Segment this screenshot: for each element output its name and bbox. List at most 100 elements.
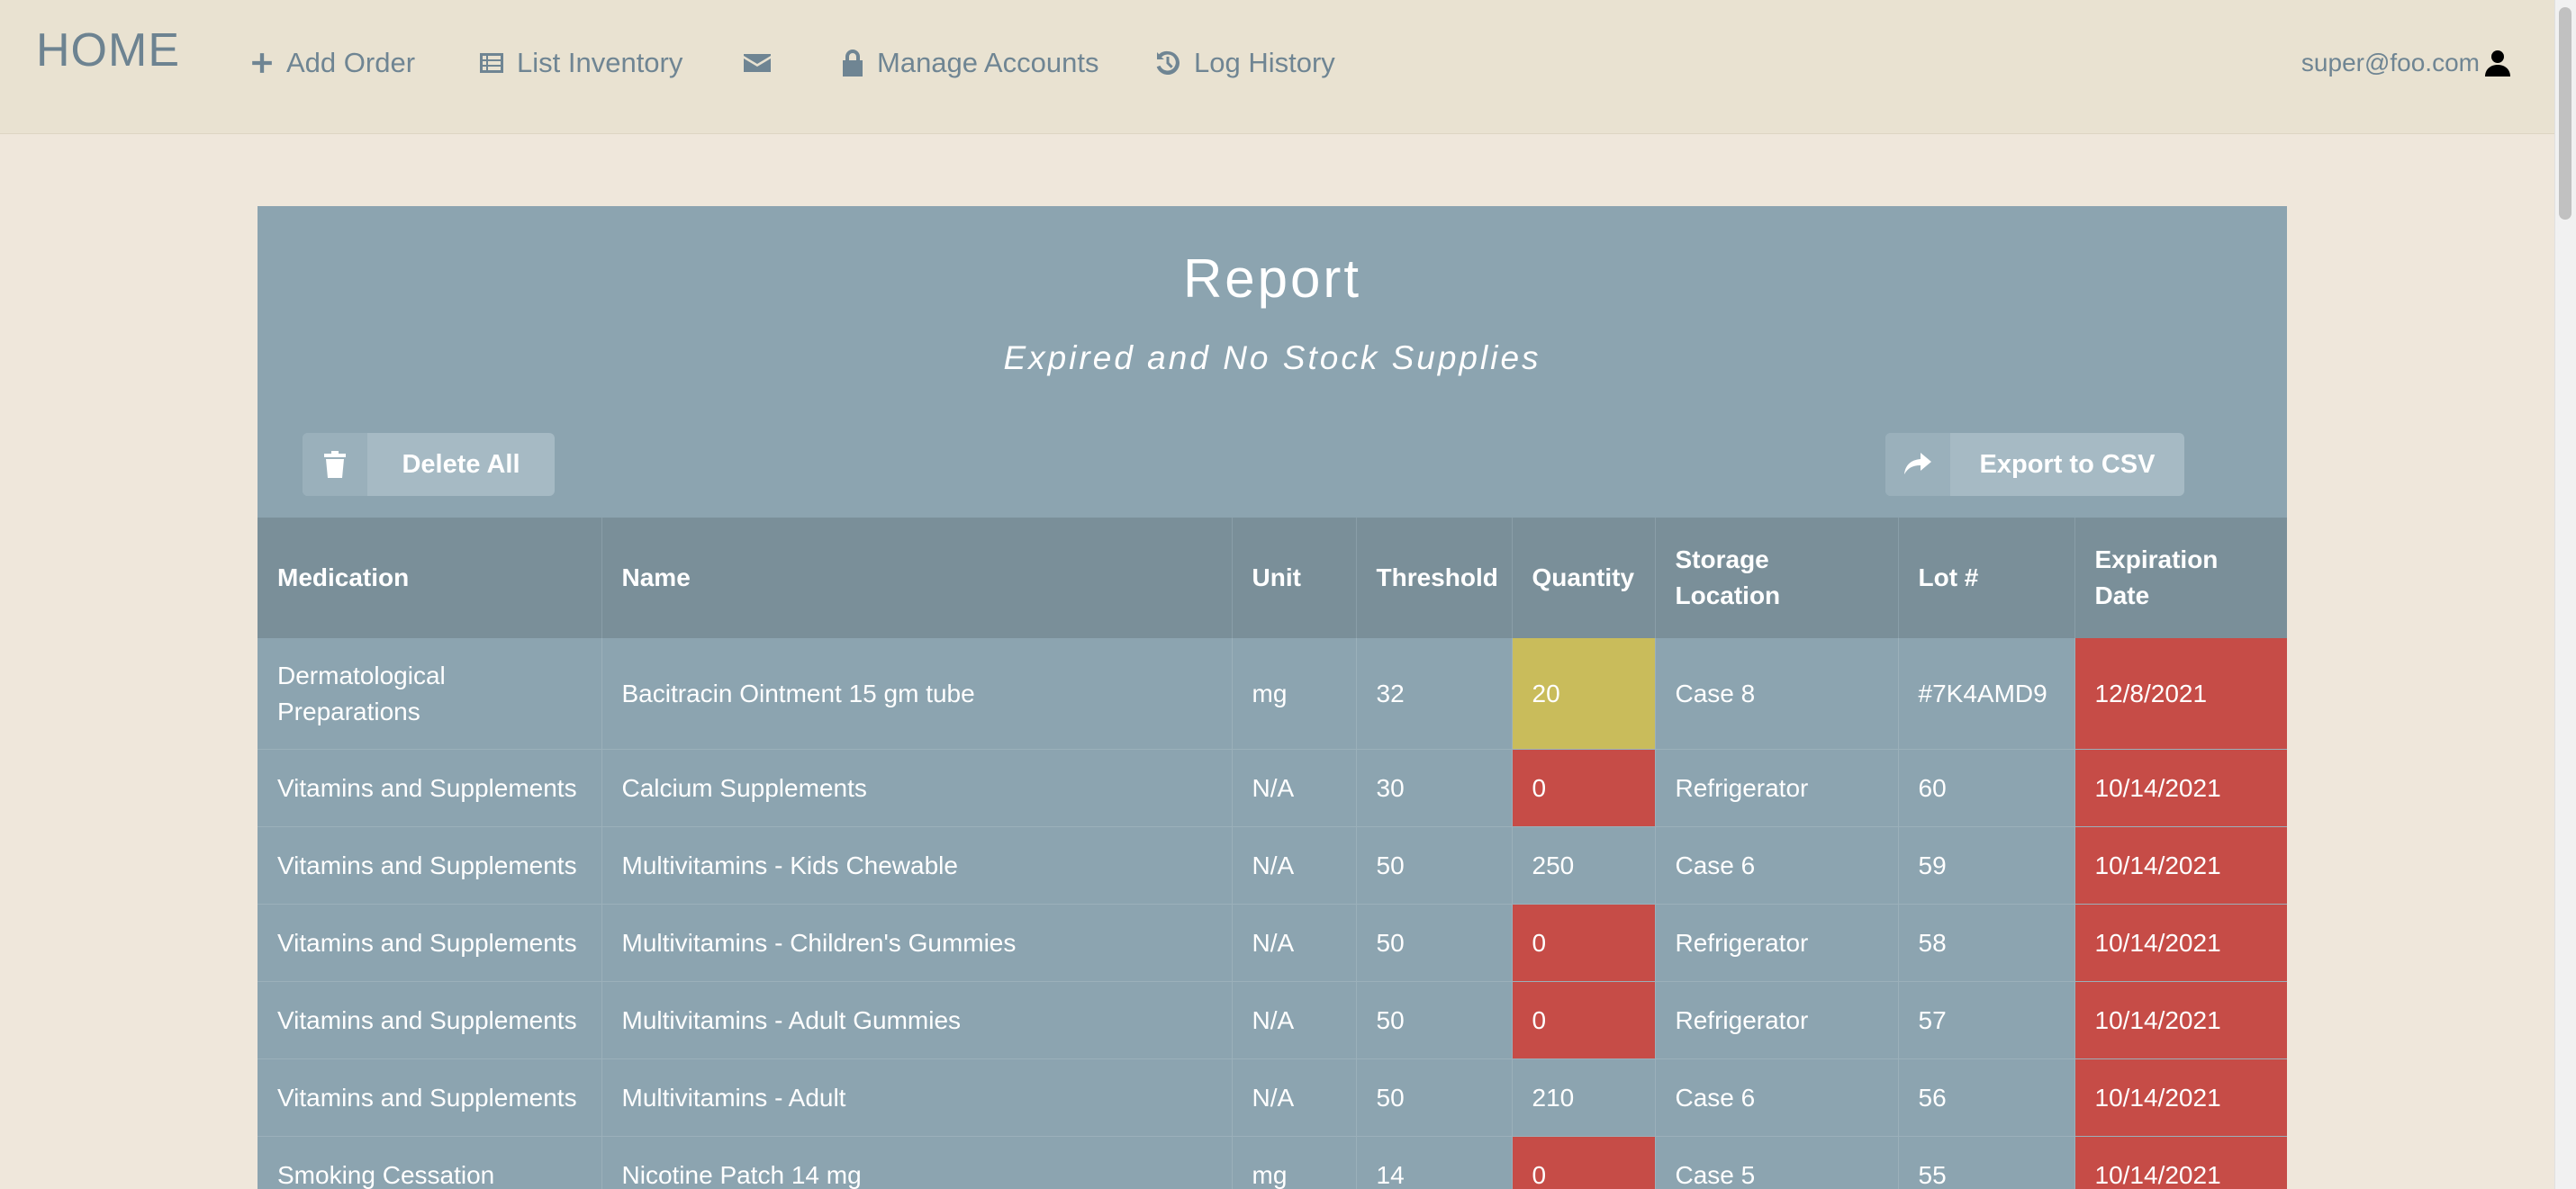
cell-expiration: 10/14/2021 [2074, 749, 2287, 827]
report-panel: Report Expired and No Stock Supplies Del… [258, 206, 2287, 1189]
lock-icon [843, 50, 863, 77]
cell-threshold: 30 [1356, 749, 1513, 827]
nav-add-order[interactable]: Add Order [250, 43, 415, 83]
plus-icon [252, 53, 272, 73]
page-subtitle: Expired and No Stock Supplies [1003, 339, 1541, 376]
cell-expiration: 10/14/2021 [2074, 981, 2287, 1059]
cell-quantity: 250 [1512, 826, 1656, 905]
cell-threshold: 50 [1356, 1058, 1513, 1137]
nav-log-history-label: Log History [1194, 47, 1335, 78]
cell-medication: Vitamins and Supplements [258, 749, 602, 827]
cell-name: Bacitracin Ointment 15 gm tube [601, 638, 1233, 750]
delete-all-button[interactable]: Delete All [303, 433, 555, 496]
cell-unit: N/A [1232, 904, 1357, 982]
cell-medication: Dermatological Preparations [258, 638, 602, 750]
user-icon [2485, 50, 2510, 77]
cell-expiration: 10/14/2021 [2074, 826, 2287, 905]
cell-name: Calcium Supplements [601, 749, 1233, 827]
list-icon [480, 53, 503, 73]
cell-unit: mg [1232, 1136, 1357, 1189]
cell-lot: 59 [1898, 826, 2075, 905]
export-csv-label: Export to CSV [1979, 449, 2156, 479]
cell-quantity-out: 0 [1512, 749, 1656, 827]
nav-messages[interactable] [744, 43, 771, 83]
cell-name: Multivitamins - Adult [601, 1058, 1233, 1137]
header-quantity[interactable]: Quantity [1512, 518, 1656, 638]
share-arrow-icon [1885, 433, 1950, 496]
header-unit[interactable]: Unit [1232, 518, 1357, 638]
cell-expiration: 12/8/2021 [2074, 638, 2287, 750]
home-link[interactable]: HOME [36, 23, 180, 77]
cell-threshold: 14 [1356, 1136, 1513, 1189]
history-icon [1156, 50, 1180, 75]
header-lot[interactable]: Lot # [1898, 518, 2075, 638]
cell-storage: Case 8 [1655, 638, 1899, 750]
table-row: Vitamins and Supplements Multivitamins -… [258, 981, 2287, 1059]
cell-quantity: 210 [1512, 1058, 1656, 1137]
cell-lot: 55 [1898, 1136, 2075, 1189]
cell-name: Nicotine Patch 14 mg [601, 1136, 1233, 1189]
cell-threshold: 32 [1356, 638, 1513, 750]
table-header-row: Medication Name Unit Threshold Quantity … [258, 518, 2287, 638]
cell-expiration: 10/14/2021 [2074, 1058, 2287, 1137]
cell-unit: N/A [1232, 1058, 1357, 1137]
table-row: Vitamins and Supplements Multivitamins -… [258, 1058, 2287, 1137]
cell-threshold: 50 [1356, 826, 1513, 905]
nav-list-inventory-label: List Inventory [517, 47, 683, 78]
cell-name: Multivitamins - Adult Gummies [601, 981, 1233, 1059]
cell-storage: Refrigerator [1655, 981, 1899, 1059]
table-row: Vitamins and Supplements Multivitamins -… [258, 826, 2287, 905]
cell-unit: N/A [1232, 826, 1357, 905]
cell-lot: 57 [1898, 981, 2075, 1059]
export-csv-button[interactable]: Export to CSV [1885, 433, 2184, 496]
cell-storage: Case 6 [1655, 1058, 1899, 1137]
header-name[interactable]: Name [601, 518, 1233, 638]
nav-log-history[interactable]: Log History [1154, 43, 1335, 83]
cell-lot: 60 [1898, 749, 2075, 827]
cell-lot: 56 [1898, 1058, 2075, 1137]
cell-storage: Refrigerator [1655, 904, 1899, 982]
cell-medication: Vitamins and Supplements [258, 904, 602, 982]
cell-storage: Case 5 [1655, 1136, 1899, 1189]
header-storage-location[interactable]: Storage Location [1655, 518, 1899, 638]
nav-add-order-label: Add Order [286, 47, 416, 78]
cell-medication: Vitamins and Supplements [258, 1058, 602, 1137]
cell-threshold: 50 [1356, 904, 1513, 982]
user-email: super@foo.com [2300, 49, 2480, 77]
cell-unit: N/A [1232, 981, 1357, 1059]
cell-storage: Case 6 [1655, 826, 1899, 905]
cell-name: Multivitamins - Kids Chewable [601, 826, 1233, 905]
table-row: Vitamins and Supplements Calcium Supplem… [258, 749, 2287, 827]
nav-manage-accounts[interactable]: Manage Accounts [841, 43, 1098, 83]
cell-quantity-out: 0 [1512, 1136, 1656, 1189]
header-medication[interactable]: Medication [258, 518, 602, 638]
nav-manage-accounts-label: Manage Accounts [877, 47, 1099, 78]
cell-lot: #7K4AMD9 [1898, 638, 2075, 750]
cell-medication: Vitamins and Supplements [258, 826, 602, 905]
user-menu[interactable]: super@foo.com [2301, 43, 2510, 83]
table-row: Smoking Cessation Nicotine Patch 14 mg m… [258, 1136, 2287, 1189]
cell-threshold: 50 [1356, 981, 1513, 1059]
trash-icon [303, 433, 367, 496]
cell-expiration: 10/14/2021 [2074, 904, 2287, 982]
cell-quantity-out: 0 [1512, 904, 1656, 982]
cell-unit: N/A [1232, 749, 1357, 827]
cell-lot: 58 [1898, 904, 2075, 982]
cell-name: Multivitamins - Children's Gummies [601, 904, 1233, 982]
delete-all-label: Delete All [402, 449, 520, 479]
header-threshold[interactable]: Threshold [1356, 518, 1513, 638]
table-row: Vitamins and Supplements Multivitamins -… [258, 904, 2287, 982]
cell-quantity-out: 0 [1512, 981, 1656, 1059]
nav-list-inventory[interactable]: List Inventory [479, 43, 682, 83]
cell-expiration: 10/14/2021 [2074, 1136, 2287, 1189]
report-table: Medication Name Unit Threshold Quantity … [258, 518, 2287, 1189]
envelope-icon [744, 54, 771, 72]
header-expiration-date[interactable]: Expiration Date [2074, 518, 2287, 638]
cell-storage: Refrigerator [1655, 749, 1899, 827]
cell-quantity-low: 20 [1512, 638, 1656, 750]
cell-unit: mg [1232, 638, 1357, 750]
scrollbar-thumb[interactable] [2559, 7, 2571, 220]
navbar: HOME Add Order List Inventory Manage Acc… [0, 0, 2555, 134]
page-title: Report [1182, 248, 1362, 309]
page-scrollbar[interactable] [2554, 0, 2576, 1189]
